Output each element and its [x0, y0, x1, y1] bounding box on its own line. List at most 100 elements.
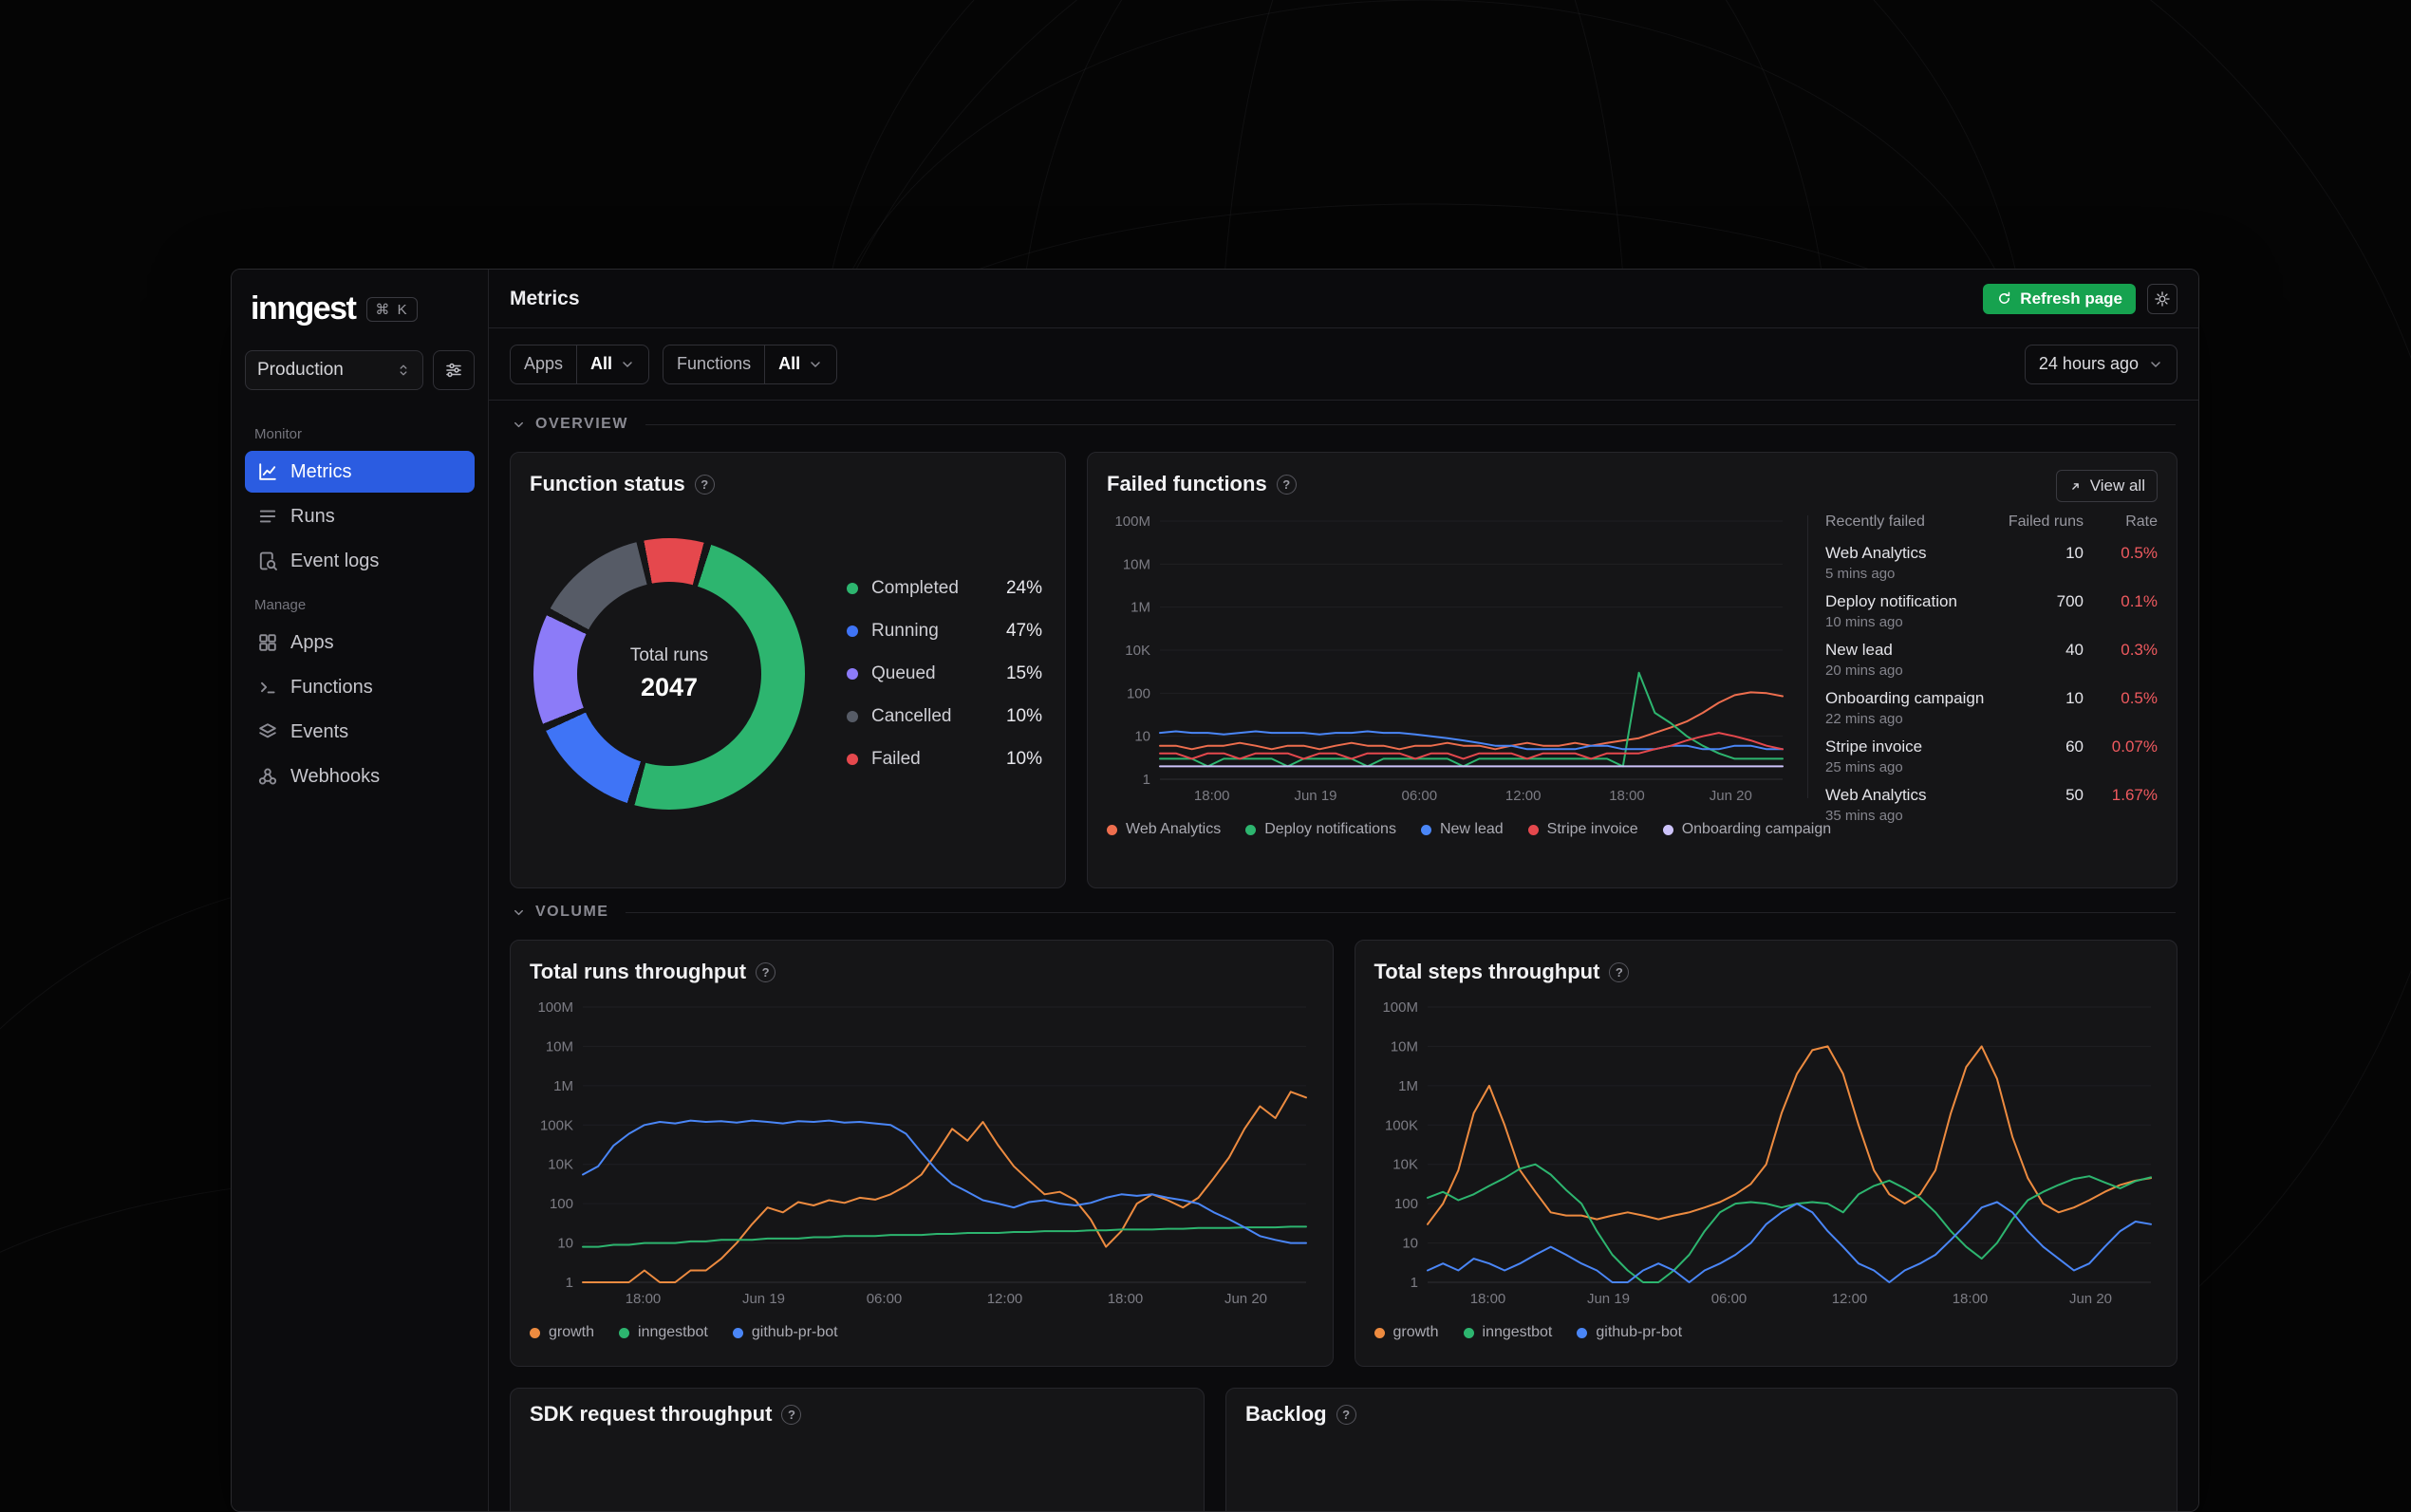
total-steps-chart-legend: growth inngestbot github-pr-bot	[1374, 1324, 2159, 1341]
svg-text:1: 1	[1410, 1275, 1417, 1291]
status-legend-label: Running	[871, 621, 939, 641]
legend-item-web-analytics[interactable]: Web Analytics	[1107, 821, 1221, 838]
sidebar-item-apps[interactable]: Apps	[245, 622, 475, 663]
apps-filter[interactable]: Apps All	[510, 344, 650, 384]
failed-function-time: 20 mins ago	[1825, 663, 1903, 679]
legend-item-inngestbot[interactable]: inngestbot	[619, 1324, 708, 1341]
doc-search-icon	[256, 550, 279, 572]
legend-item-new-lead[interactable]: New lead	[1420, 821, 1504, 838]
refresh-page-button[interactable]: Refresh page	[1983, 283, 2136, 314]
apps-filter-label: Apps	[524, 354, 564, 373]
code-icon	[256, 676, 279, 699]
svg-text:Jun 20: Jun 20	[2068, 1291, 2111, 1307]
total-runs-throughput-chart[interactable]: 100M 10M 1M 100K 10K 100 10 1 18:00 Jun 19 06:00 12…	[530, 998, 1314, 1311]
view-all-button[interactable]: View all	[2055, 470, 2158, 502]
backlog-title: Backlog	[1245, 1402, 1327, 1426]
legend-item-inngestbot[interactable]: inngestbot	[1463, 1324, 1552, 1341]
help-icon[interactable]	[1276, 474, 1297, 495]
total-steps-throughput-chart[interactable]: 100M 10M 1M 100K 10K 100 10 1 18:00 Jun 19 06:00 12…	[1374, 998, 2159, 1311]
svg-text:10M: 10M	[546, 1038, 573, 1055]
svg-text:18:00: 18:00	[1609, 788, 1645, 804]
failed-function-row[interactable]: New lead 20 mins ago 40 0.3%	[1825, 641, 2158, 679]
failed-function-row[interactable]: Web Analytics 5 mins ago 10 0.5%	[1825, 544, 2158, 582]
functions-filter[interactable]: Functions All	[663, 344, 838, 384]
svg-text:06:00: 06:00	[1710, 1291, 1747, 1307]
sidebar-item-webhooks[interactable]: Webhooks	[245, 756, 475, 797]
dashboard-content: OVERVIEW Function status Total runs 2047	[489, 401, 2198, 1511]
environment-filter-button[interactable]	[433, 350, 475, 390]
sidebar-item-label: Webhooks	[290, 765, 381, 787]
failed-function-row[interactable]: Web Analytics 35 mins ago 50 1.67%	[1825, 786, 2158, 824]
help-icon[interactable]	[694, 474, 715, 495]
sidebar-item-functions[interactable]: Functions	[245, 666, 475, 708]
legend-dot	[1245, 824, 1257, 835]
volume-section-toggle[interactable]: VOLUME	[512, 904, 2176, 921]
failure-rate-value: 0.07%	[2111, 737, 2158, 756]
sidebar-item-event-logs[interactable]: Event logs	[245, 540, 475, 582]
sidebar-item-events[interactable]: Events	[245, 711, 475, 753]
help-icon[interactable]	[1609, 961, 1630, 982]
svg-text:1M: 1M	[1398, 1078, 1418, 1094]
legend-item-growth[interactable]: growth	[530, 1324, 594, 1341]
main-area: Metrics Refresh page Apps All Functions …	[489, 270, 2198, 1511]
overview-section-title: OVERVIEW	[535, 416, 628, 432]
status-legend-percent: 47%	[1005, 621, 1042, 641]
failed-function-row[interactable]: Onboarding campaign 22 mins ago 10 0.5%	[1825, 689, 2158, 727]
svg-text:18:00: 18:00	[1194, 788, 1230, 804]
help-icon[interactable]	[1336, 1404, 1356, 1425]
time-range-selector[interactable]: 24 hours ago	[2024, 344, 2177, 384]
sidebar-item-metrics[interactable]: Metrics	[245, 451, 475, 493]
sidebar-item-runs[interactable]: Runs	[245, 495, 475, 537]
legend-item-github-pr-bot[interactable]: github-pr-bot	[1577, 1324, 1682, 1341]
svg-text:Jun 20: Jun 20	[1710, 788, 1752, 804]
legend-dot	[530, 1327, 540, 1338]
legend-item-growth[interactable]: growth	[1374, 1324, 1439, 1341]
sliders-icon	[446, 363, 461, 378]
failed-function-name-cell: Web Analytics 35 mins ago	[1825, 786, 1996, 824]
status-legend-label: Completed	[871, 578, 959, 598]
svg-text:18:00: 18:00	[626, 1291, 662, 1307]
svg-text:100M: 100M	[1382, 999, 1418, 1016]
filter-bar: Apps All Functions All 24 hours ago	[489, 328, 2198, 401]
function-status-donut-chart[interactable]: Total runs 2047	[533, 538, 805, 810]
legend-label: New lead	[1439, 821, 1504, 837]
svg-text:10: 10	[1402, 1236, 1418, 1252]
function-status-legend: Completed 24% Running 47% Queued 15% Cancelled…	[847, 578, 1042, 770]
failed-functions-chart[interactable]: 100M 10M 1M 10K 100 10 1 18:00 Jun 19 06:00 12:00 1…	[1107, 512, 1790, 808]
overview-section-toggle[interactable]: OVERVIEW	[512, 416, 2176, 433]
sidebar-item-label: Event logs	[290, 550, 380, 571]
svg-text:10M: 10M	[1123, 556, 1150, 572]
command-k-shortcut-badge[interactable]: ⌘ K	[366, 296, 418, 322]
svg-text:18:00: 18:00	[1952, 1291, 1988, 1307]
legend-dot	[847, 583, 858, 594]
legend-item-deploy-notifications[interactable]: Deploy notifications	[1245, 821, 1396, 838]
status-legend-row-queued: Queued 15%	[847, 663, 1042, 684]
webhook-icon	[256, 765, 279, 788]
legend-item-github-pr-bot[interactable]: github-pr-bot	[732, 1324, 838, 1341]
legend-dot	[847, 711, 858, 722]
failed-function-name: Web Analytics	[1825, 786, 1927, 804]
failed-function-row[interactable]: Deploy notification 10 mins ago 700 0.1%	[1825, 592, 2158, 630]
svg-text:10: 10	[1134, 729, 1150, 745]
legend-item-stripe-invoice[interactable]: Stripe invoice	[1527, 821, 1638, 838]
legend-label: Stripe invoice	[1546, 821, 1638, 837]
chevron-down-icon	[623, 361, 632, 367]
legend-label: Deploy notifications	[1264, 821, 1396, 837]
refresh-page-label: Refresh page	[2020, 289, 2122, 308]
status-legend-row-cancelled: Cancelled 10%	[847, 706, 1042, 727]
legend-item-onboarding-campaign[interactable]: Onboarding campaign	[1662, 821, 1831, 838]
help-icon[interactable]	[756, 961, 776, 982]
help-icon[interactable]	[781, 1404, 802, 1425]
dashboard-settings-button[interactable]	[2147, 283, 2177, 314]
legend-dot	[1107, 824, 1117, 835]
failed-function-row[interactable]: Stripe invoice 25 mins ago 60 0.07%	[1825, 737, 2158, 775]
donut-center-label: Total runs	[629, 645, 709, 665]
svg-text:10K: 10K	[1125, 643, 1150, 659]
status-legend-row-failed: Failed 10%	[847, 749, 1042, 770]
failed-functions-title: Failed functions	[1107, 472, 1267, 495]
failed-function-name: Onboarding campaign	[1825, 689, 1985, 707]
svg-text:1M: 1M	[1131, 600, 1150, 616]
environment-selector[interactable]: Production	[245, 350, 423, 390]
svg-text:18:00: 18:00	[1108, 1291, 1144, 1307]
legend-label: growth	[549, 1324, 595, 1340]
